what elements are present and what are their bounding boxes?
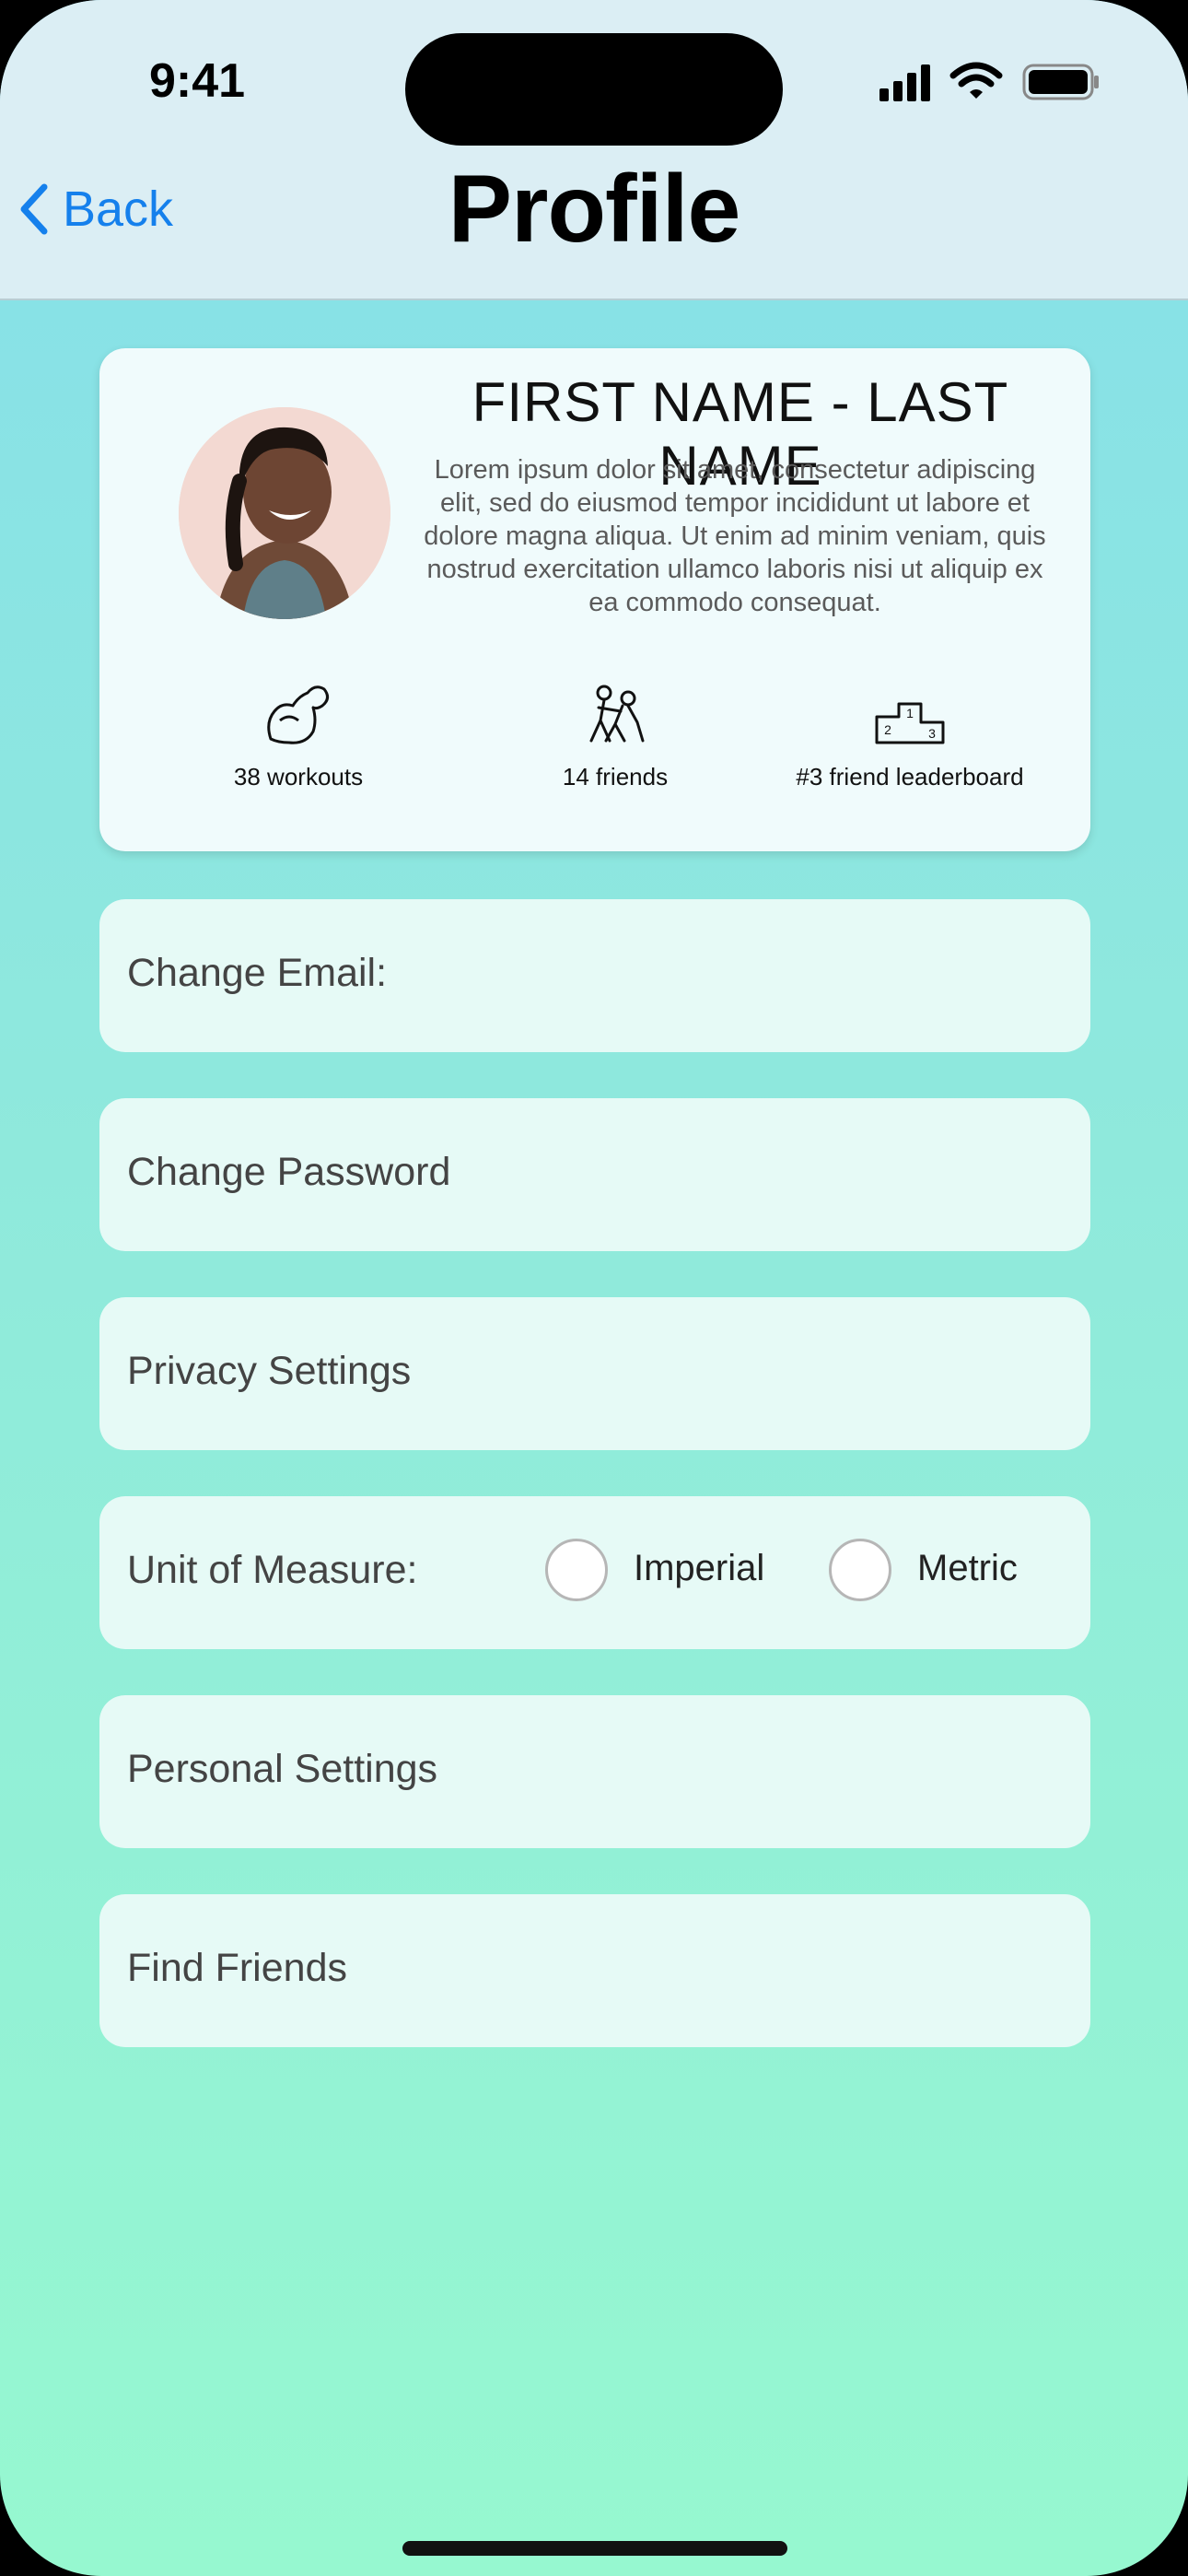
status-icons bbox=[879, 61, 1101, 103]
dynamic-island bbox=[405, 33, 783, 146]
svg-text:3: 3 bbox=[928, 726, 936, 741]
phone-screen: 9:41 Back Profile FIRST NAME - LAST NAME… bbox=[0, 0, 1188, 2576]
imperial-label[interactable]: Imperial bbox=[634, 1548, 764, 1589]
privacy-settings-button[interactable]: Privacy Settings bbox=[99, 1297, 1090, 1450]
svg-text:1: 1 bbox=[906, 706, 914, 720]
stat-leaderboard: 1 2 3 #3 friend leaderboard bbox=[763, 680, 1057, 791]
stat-workouts: 38 workouts bbox=[206, 680, 390, 791]
stat-friends: 14 friends bbox=[523, 680, 707, 791]
battery-icon bbox=[1022, 64, 1099, 100]
nav-header: 9:41 Back Profile bbox=[0, 0, 1188, 300]
personal-settings-button[interactable]: Personal Settings bbox=[99, 1695, 1090, 1848]
unit-of-measure-row: Unit of Measure: Imperial Metric bbox=[99, 1496, 1090, 1649]
find-friends-button[interactable]: Find Friends bbox=[99, 1894, 1090, 2047]
privacy-settings-label: Privacy Settings bbox=[127, 1349, 412, 1393]
metric-radio[interactable] bbox=[829, 1539, 891, 1601]
wrestlers-icon bbox=[589, 685, 645, 743]
home-indicator[interactable] bbox=[402, 2541, 787, 2556]
personal-settings-label: Personal Settings bbox=[127, 1747, 438, 1791]
find-friends-label: Find Friends bbox=[127, 1946, 347, 1990]
unit-of-measure-label: Unit of Measure: bbox=[127, 1548, 418, 1592]
change-password-button[interactable]: Change Password bbox=[99, 1098, 1090, 1251]
page-title: Profile bbox=[448, 156, 741, 263]
wifi-icon bbox=[949, 62, 1003, 99]
profile-card: FIRST NAME - LAST NAME Lorem ipsum dolor… bbox=[99, 348, 1090, 851]
podium-icon: 1 2 3 bbox=[875, 702, 945, 744]
change-email-label: Change Email: bbox=[127, 951, 388, 995]
stat-label: 14 friends bbox=[562, 763, 669, 790]
change-email-button[interactable]: Change Email: bbox=[99, 899, 1090, 1052]
metric-label[interactable]: Metric bbox=[917, 1548, 1018, 1589]
cellular-signal-icon bbox=[879, 62, 1099, 101]
profile-bio: Lorem ipsum dolor sit amet, consectetur … bbox=[424, 455, 1046, 617]
flexed-arm-icon bbox=[267, 685, 329, 744]
status-time: 9:41 bbox=[149, 54, 246, 108]
stat-label: 38 workouts bbox=[233, 763, 364, 790]
stat-label: #3 friend leaderboard bbox=[796, 763, 1024, 790]
change-password-label: Change Password bbox=[127, 1150, 451, 1194]
avatar bbox=[179, 407, 390, 619]
svg-text:2: 2 bbox=[884, 722, 891, 737]
imperial-radio[interactable] bbox=[545, 1539, 608, 1601]
